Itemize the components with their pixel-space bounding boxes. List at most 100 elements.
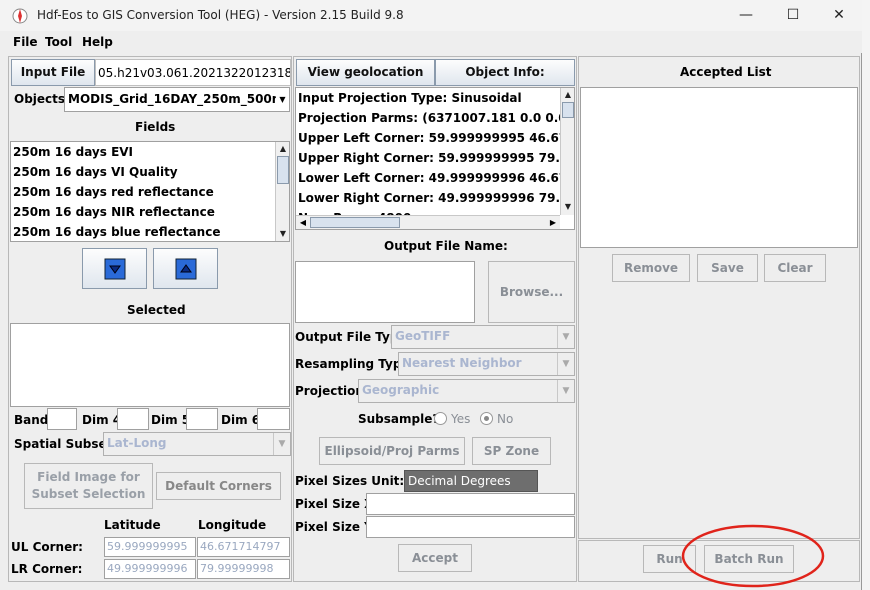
menu-help[interactable]: Help (82, 35, 113, 49)
band-field[interactable] (47, 408, 77, 430)
scroll-thumb[interactable] (277, 156, 289, 184)
default-corners-button[interactable]: Default Corners (156, 472, 281, 500)
ellipsoid-proj-parms-button[interactable]: Ellipsoid/Proj Parms (319, 437, 465, 465)
minimize-icon[interactable]: — (723, 3, 769, 27)
resampling-type-label: Resampling Type: (295, 357, 415, 371)
pixel-sizes-unit-combo[interactable]: Decimal Degrees (404, 470, 538, 492)
no-radio[interactable] (480, 412, 493, 425)
field-image-line2: Subset Selection (31, 487, 146, 501)
pixel-sizes-unit-label: Pixel Sizes Unit: (295, 474, 405, 488)
selected-title: Selected (127, 303, 186, 317)
clear-button[interactable]: Clear (764, 254, 826, 282)
list-item[interactable]: 250m 16 days EVI (11, 142, 289, 162)
fields-title: Fields (135, 120, 176, 134)
menu-tool[interactable]: Tool (45, 35, 72, 49)
output-file-type-value: GeoTIFF (395, 329, 451, 343)
info-line: Upper Left Corner: 59.999999995 46.67171… (298, 131, 575, 145)
chevron-down-icon[interactable]: ▼ (273, 433, 290, 455)
remove-button[interactable]: Remove (612, 254, 690, 282)
yes-label: Yes (451, 412, 471, 426)
save-button[interactable]: Save (697, 254, 758, 282)
info-line: Projection Parms: (6371007.181 0.0 0.0 0… (298, 111, 575, 125)
output-file-name-label: Output File Name: (384, 239, 508, 253)
title-bar: Hdf-Eos to GIS Conversion Tool (HEG) - V… (0, 0, 862, 31)
spatial-subset-label: Spatial Subset: (14, 437, 118, 451)
spatial-subset-value: Lat-Long (107, 436, 167, 450)
list-item[interactable]: 250m 16 days NIR reflectance (11, 202, 289, 222)
heg-window: Hdf-Eos to GIS Conversion Tool (HEG) - V… (0, 0, 862, 590)
menu-bar: File Tool Help (0, 31, 862, 53)
objects-label: Objects: (14, 92, 70, 106)
pixel-size-y-field[interactable] (366, 516, 575, 538)
chevron-down-icon[interactable]: ▼ (276, 88, 289, 111)
scroll-thumb[interactable] (310, 217, 400, 228)
accept-button[interactable]: Accept (398, 544, 472, 572)
output-file-type-combo[interactable]: GeoTIFF ▼ (391, 325, 575, 349)
chevron-down-icon[interactable]: ▼ (557, 326, 574, 348)
background-window-edge (862, 0, 870, 590)
object-info-text: Input Projection Type: Sinusoidal Projec… (295, 87, 575, 230)
yes-radio[interactable] (434, 412, 447, 425)
dim6-field[interactable] (257, 408, 290, 430)
input-file-value: 05.h21v03.061.2021322012318.hdf (98, 66, 291, 80)
close-icon[interactable]: ✕ (816, 3, 862, 27)
projection-combo[interactable]: Geographic ▼ (358, 379, 575, 403)
chevron-down-icon[interactable]: ▼ (557, 380, 574, 402)
selected-list[interactable] (10, 323, 290, 407)
dim5-field[interactable] (186, 408, 218, 430)
scroll-right-icon[interactable]: ▶ (546, 216, 560, 229)
resampling-type-value: Nearest Neighbor (402, 356, 522, 370)
sp-zone-button[interactable]: SP Zone (472, 437, 551, 465)
maximize-icon[interactable]: ☐ (770, 3, 816, 27)
lr-longitude-field[interactable]: 79.99999998 (197, 559, 290, 579)
objects-combo[interactable]: MODIS_Grid_16DAY_250m_500m_VI ▼ (64, 87, 290, 112)
accepted-list-title: Accepted List (680, 65, 772, 79)
radio-dot (484, 416, 489, 421)
chevron-down-icon[interactable]: ▼ (557, 353, 574, 375)
spatial-subset-combo[interactable]: Lat-Long ▼ (103, 432, 291, 456)
input-file-field[interactable]: 05.h21v03.061.2021322012318.hdf (95, 59, 291, 86)
list-item[interactable]: 250m 16 days VI Quality (11, 162, 289, 182)
output-file-name-field[interactable] (295, 261, 475, 323)
scroll-up-icon[interactable]: ▲ (276, 142, 289, 156)
subsample-label: Subsample? (358, 412, 440, 426)
fields-scrollbar[interactable]: ▲ ▼ (275, 142, 289, 241)
no-label: No (497, 412, 514, 426)
info-vscrollbar[interactable]: ▲ ▼ (560, 88, 574, 215)
scroll-down-icon[interactable]: ▼ (276, 227, 289, 241)
annotation-circle (681, 524, 825, 588)
pixel-sizes-unit-value: Decimal Degrees (408, 474, 511, 488)
field-image-line1: Field Image for (37, 470, 140, 484)
info-line: Input Projection Type: Sinusoidal (298, 91, 522, 105)
ul-longitude-field[interactable]: 46.671714797 (197, 537, 290, 557)
menu-file[interactable]: File (13, 35, 38, 49)
arrow-down-icon (104, 258, 125, 280)
ul-corner-label: UL Corner: (11, 540, 83, 554)
ul-latitude-field[interactable]: 59.999999995 (104, 537, 196, 557)
dim4-field[interactable] (117, 408, 149, 430)
resampling-type-combo[interactable]: Nearest Neighbor ▼ (398, 352, 575, 376)
object-info-button[interactable]: Object Info: (435, 59, 575, 86)
info-hscrollbar[interactable]: ◀ ▶ (296, 215, 560, 229)
pixel-size-x-field[interactable] (366, 493, 575, 515)
pixel-size-y-label: Pixel Size Y: (295, 520, 377, 534)
list-item[interactable]: 250m 16 days blue reflectance (11, 222, 289, 241)
scroll-down-icon[interactable]: ▼ (561, 200, 574, 214)
view-geolocation-button[interactable]: View geolocation (296, 59, 435, 86)
move-down-button[interactable] (82, 248, 147, 289)
objects-value: MODIS_Grid_16DAY_250m_500m_VI (68, 92, 290, 106)
list-item[interactable]: 250m 16 days red reflectance (11, 182, 289, 202)
accepted-list[interactable] (580, 87, 858, 248)
window-title: Hdf-Eos to GIS Conversion Tool (HEG) - V… (37, 8, 404, 22)
move-up-button[interactable] (153, 248, 218, 289)
info-line: Lower Left Corner: 49.999999996 46.67171… (298, 171, 575, 185)
lr-latitude-field[interactable]: 49.999999996 (104, 559, 196, 579)
fields-list[interactable]: 250m 16 days EVI 250m 16 days VI Quality… (10, 141, 290, 242)
latitude-label: Latitude (104, 518, 161, 532)
scroll-thumb[interactable] (562, 102, 574, 118)
input-file-button[interactable]: Input File (11, 59, 95, 86)
scroll-up-icon[interactable]: ▲ (561, 88, 574, 102)
field-image-subset-button[interactable]: Field Image for Subset Selection (24, 463, 153, 509)
browse-button[interactable]: Browse... (488, 261, 575, 323)
scroll-left-icon[interactable]: ◀ (296, 216, 310, 229)
